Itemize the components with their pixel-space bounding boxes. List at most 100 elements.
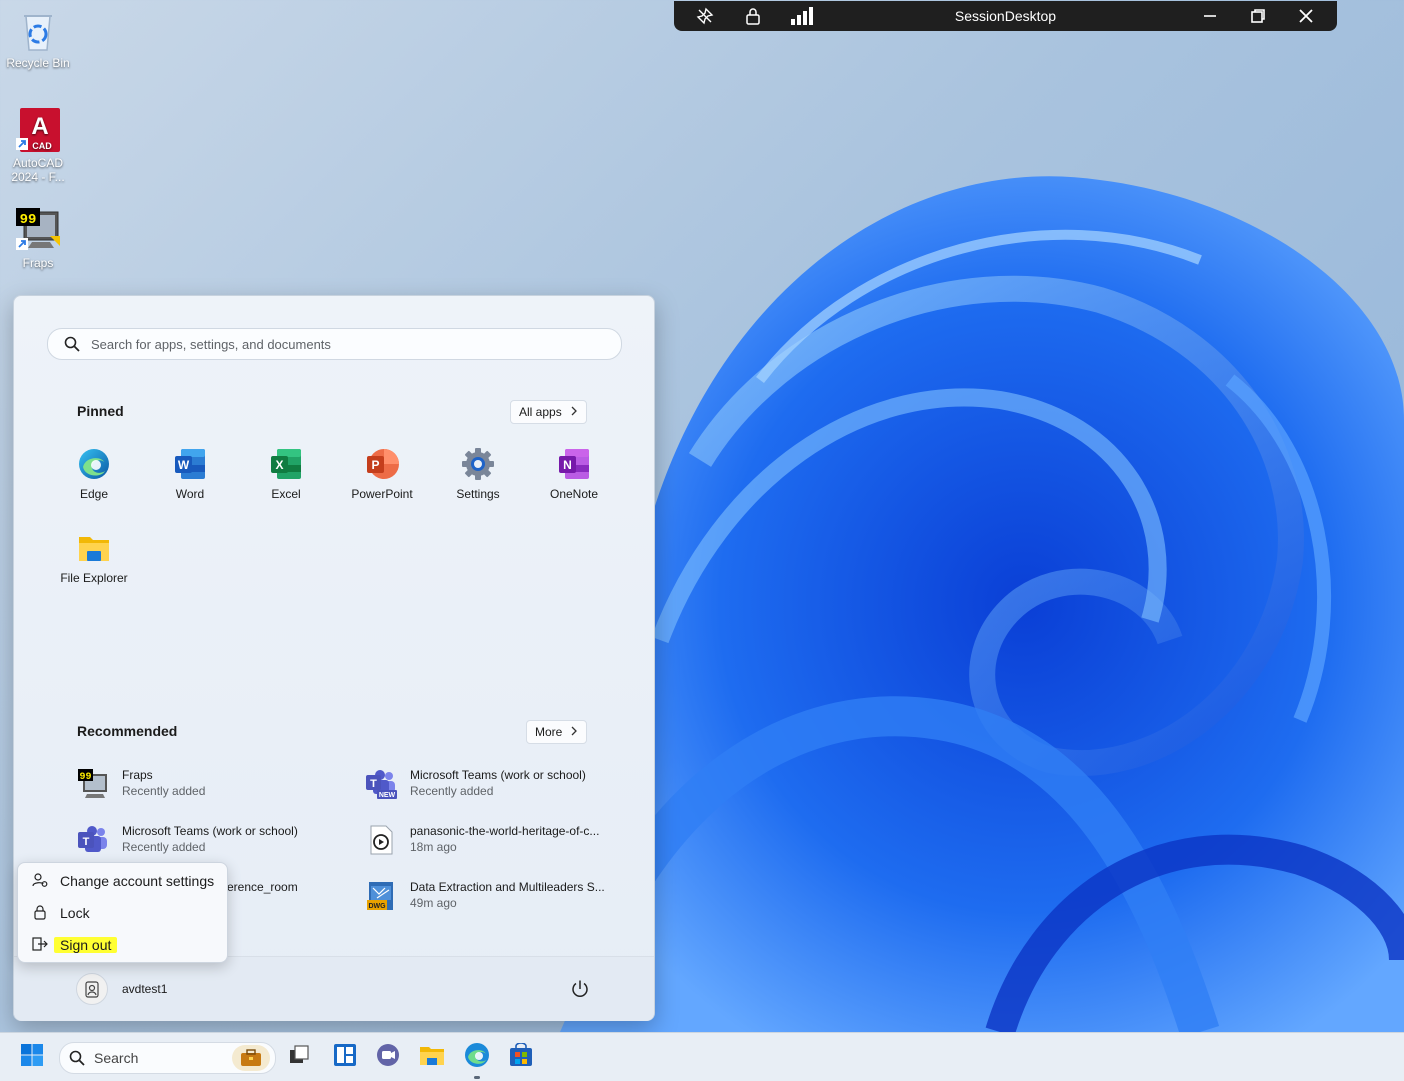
recommended-title-text: Microsoft Teams (work or school) [410,768,586,782]
svg-text:T: T [370,778,377,790]
gear-icon [461,447,495,481]
widgets-icon [333,1043,357,1072]
recommended-title: Recommended [77,723,178,739]
pinned-title: Pinned [77,403,124,419]
autocad-icon: A CAD [14,106,62,154]
taskbar-search-placeholder: Search [94,1050,139,1066]
all-apps-button[interactable]: All apps [510,400,587,424]
change-account-settings-button[interactable]: Change account settings [18,866,227,896]
recommended-sub-text: Recently added [410,784,494,798]
excel-icon: X [269,447,303,481]
recommended-title-text: panasonic-the-world-heritage-of-c... [410,824,600,838]
folder-icon [77,531,111,565]
edge-icon [77,447,111,481]
user-settings-icon [32,872,48,891]
recommended-sub-text: 18m ago [410,840,457,854]
running-indicator [474,1076,480,1079]
recommended-item-teams[interactable]: T Microsoft Teams (work or school) Recen… [77,822,337,858]
sign-out-icon [32,936,48,955]
sign-out-button[interactable]: Sign out [18,930,227,960]
more-label: More [535,725,563,739]
start-button[interactable] [17,1042,47,1072]
task-view-button[interactable] [284,1042,314,1072]
svg-text:P: P [371,458,379,472]
store-icon [509,1041,533,1072]
widgets-button[interactable] [330,1042,360,1072]
pinned-label: Settings [456,487,500,501]
powerpoint-icon: P [365,447,399,481]
search-icon [64,336,80,357]
start-footer: avdtest1 [14,956,654,1021]
svg-text:99: 99 [20,212,37,228]
svg-text:A: A [31,113,48,140]
session-bar: SessionDesktop [674,1,1337,31]
avatar [76,973,108,1005]
change-account-label: Change account settings [60,873,215,889]
chevron-right-icon [570,725,578,739]
desktop-icon-label: Recycle Bin [6,56,70,70]
more-button[interactable]: More [526,720,588,744]
dwg-file-icon: DWG [365,880,397,912]
all-apps-label: All apps [519,405,562,419]
recommended-item-teams-new[interactable]: T NEW Microsoft Teams (work or school) Re… [365,766,625,802]
teams-chat-icon [376,1043,400,1072]
account-menu: Change account settings Lock Sign out [17,862,228,963]
recommended-item-video[interactable]: panasonic-the-world-heritage-of-c... 18m… [365,822,625,858]
recommended-title-text: erence_room [227,880,298,894]
taskbar: Search [0,1032,1404,1081]
pinned-file-explorer[interactable]: File Explorer [46,531,142,585]
pinned-onenote[interactable]: N OneNote [526,447,622,501]
desktop-icon-label: Fraps [22,256,54,270]
lock-button[interactable]: Lock [18,898,227,928]
recommended-item-fraps[interactable]: 99 Fraps Recently added [77,766,337,802]
svg-text:CAD: CAD [32,141,52,151]
pinned-powerpoint[interactable]: P PowerPoint [334,447,430,501]
file-explorer-button[interactable] [417,1042,447,1072]
restore-icon[interactable] [1247,6,1269,26]
close-icon[interactable] [1295,6,1317,26]
svg-text:W: W [178,458,190,472]
recommended-item-dwg[interactable]: DWG Data Extraction and Multileaders S..… [365,878,625,914]
pinned-excel[interactable]: X Excel [238,447,334,501]
start-search-input[interactable]: Search for apps, settings, and documents [47,328,622,360]
svg-text:X: X [275,458,283,472]
chevron-right-icon [570,405,578,419]
desktop-icon-recycle-bin[interactable]: Recycle Bin [0,6,76,70]
teams-icon: T NEW [365,768,397,800]
pinned-label: OneNote [549,487,599,501]
recommended-sub-text: 49m ago [410,896,457,910]
pinned-edge[interactable]: Edge [46,447,142,501]
word-icon: W [173,447,207,481]
user-name: avdtest1 [122,982,168,996]
user-account-button[interactable]: avdtest1 [76,973,167,1005]
fraps-icon: 99 [77,768,109,800]
store-button[interactable] [506,1041,536,1072]
teams-taskbar-button[interactable] [373,1042,403,1072]
lock-icon [32,904,48,923]
teams-icon: T [77,824,109,856]
folder-icon [419,1043,445,1072]
pinned-label: PowerPoint [351,487,413,501]
recommended-sub-text: Recently added [122,784,206,798]
svg-text:T: T [83,836,90,848]
power-icon[interactable] [570,979,590,1004]
search-placeholder: Search for apps, settings, and documents [91,337,331,352]
session-title: SessionDesktop [954,8,1057,24]
pinned-word[interactable]: W Word [142,447,238,501]
desktop-icon-label: AutoCAD 2024 - F... [11,156,65,184]
recommended-title-text: Data Extraction and Multileaders S... [410,880,605,894]
recommended-sub-text: Recently added [122,840,206,854]
pinned-label: Word [175,487,205,501]
minimize-icon[interactable] [1199,6,1221,26]
taskbar-search-input[interactable]: Search [59,1042,276,1074]
desktop-icon-autocad[interactable]: A CAD AutoCAD 2024 - F... [0,106,76,184]
pinned-label: Excel [271,487,301,501]
lock-label: Lock [60,905,90,921]
briefcase-icon [232,1045,270,1071]
pinned-settings[interactable]: Settings [430,447,526,501]
edge-taskbar-button[interactable] [462,1042,492,1072]
video-file-icon [365,824,397,856]
desktop-icon-fraps[interactable]: 99 Fraps [0,206,76,270]
svg-text:DWG: DWG [368,903,386,910]
onenote-icon: N [557,447,591,481]
